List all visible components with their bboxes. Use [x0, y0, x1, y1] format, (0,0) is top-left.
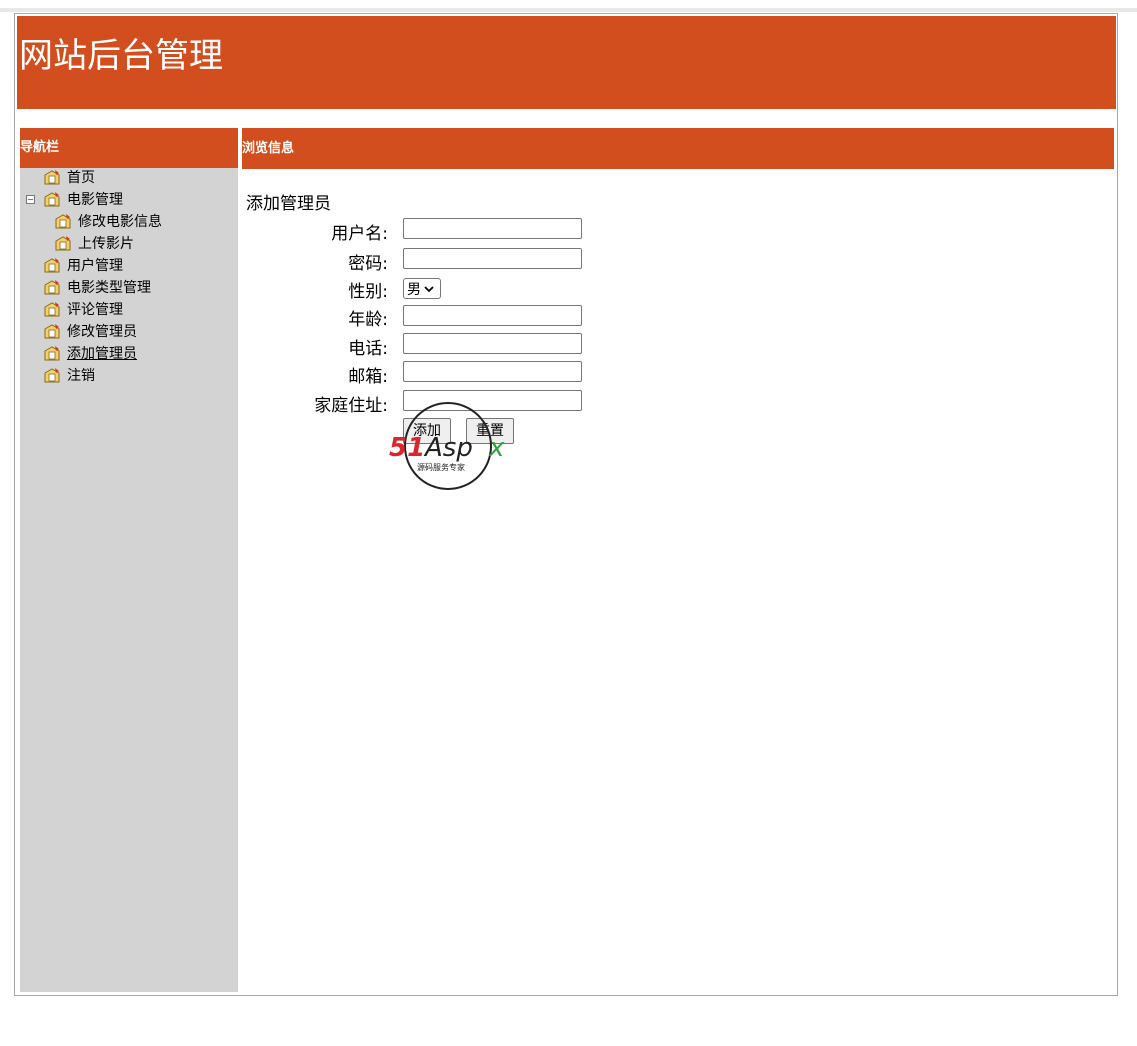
- folder-page-icon: [44, 279, 60, 294]
- folder-page-icon: [44, 323, 60, 338]
- nav-item-label: 用户管理: [67, 258, 123, 274]
- top-border: [0, 8, 1137, 12]
- address-label: 家庭住址:: [314, 396, 388, 416]
- chevron-down-icon: [424, 285, 434, 292]
- nav-item-label: 电影类型管理: [67, 280, 151, 296]
- nav-item-label: 首页: [67, 170, 95, 186]
- site-title: 网站后台管理: [19, 36, 223, 76]
- nav-item-upload-movie[interactable]: 上传影片: [54, 233, 134, 253]
- main-heading: 浏览信息: [242, 128, 1114, 169]
- email-input[interactable]: [403, 361, 582, 382]
- gender-label: 性别:: [348, 282, 388, 302]
- password-input[interactable]: [403, 248, 582, 269]
- nav-item-movie-management[interactable]: 电影管理: [43, 189, 123, 209]
- folder-page-icon: [55, 213, 71, 228]
- folder-page-icon: [44, 169, 60, 184]
- phone-label: 电话:: [348, 339, 388, 359]
- folder-page-icon: [44, 345, 60, 360]
- nav-heading: 导航栏: [20, 128, 238, 168]
- nav-item-edit-admin[interactable]: 修改管理员: [43, 321, 137, 341]
- folder-page-icon: [44, 257, 60, 272]
- nav-item-comment-management[interactable]: 评论管理: [43, 299, 123, 319]
- collapse-toggle-icon[interactable]: −: [26, 195, 35, 204]
- form-title: 添加管理员: [246, 194, 331, 214]
- nav-item-home[interactable]: 首页: [43, 167, 95, 187]
- nav-item-add-admin[interactable]: 添加管理员: [43, 343, 137, 363]
- nav-item-label: 添加管理员: [67, 346, 137, 362]
- folder-page-icon: [55, 235, 71, 250]
- age-input[interactable]: [403, 305, 582, 326]
- nav-item-label: 上传影片: [78, 236, 134, 252]
- nav-item-logout[interactable]: 注销: [43, 365, 95, 385]
- username-label: 用户名:: [331, 224, 388, 244]
- nav-item-label: 修改管理员: [67, 324, 137, 340]
- phone-input[interactable]: [403, 333, 582, 354]
- folder-page-icon: [44, 367, 60, 382]
- gender-select[interactable]: 男: [403, 278, 441, 299]
- gender-selected-value: 男: [407, 281, 421, 298]
- password-label: 密码:: [348, 254, 388, 274]
- site-header: 网站后台管理: [17, 16, 1116, 109]
- nav-item-label: 注销: [67, 368, 95, 384]
- svg-text:Asp: Asp: [423, 433, 473, 463]
- svg-text:x: x: [488, 433, 505, 463]
- nav-item-label: 修改电影信息: [78, 214, 162, 230]
- nav-item-movie-type-management[interactable]: 电影类型管理: [43, 277, 151, 297]
- username-input[interactable]: [403, 218, 582, 239]
- svg-text:源码服务专家: 源码服务专家: [417, 462, 465, 472]
- svg-text:51: 51: [389, 433, 425, 463]
- page-frame: 网站后台管理 导航栏 浏览信息 − 首页 电影管理 修改电影信息 上传影片 用户…: [14, 13, 1118, 996]
- watermark-logo: 51 Asp x 源码服务专家: [389, 402, 505, 490]
- nav-item-label: 电影管理: [67, 192, 123, 208]
- nav-item-edit-movie[interactable]: 修改电影信息: [54, 211, 162, 231]
- nav-item-label: 评论管理: [67, 302, 123, 318]
- email-label: 邮箱:: [348, 367, 388, 387]
- folder-page-icon: [44, 301, 60, 316]
- nav-item-user-management[interactable]: 用户管理: [43, 255, 123, 275]
- folder-open-icon: [44, 191, 60, 206]
- age-label: 年龄:: [348, 310, 388, 330]
